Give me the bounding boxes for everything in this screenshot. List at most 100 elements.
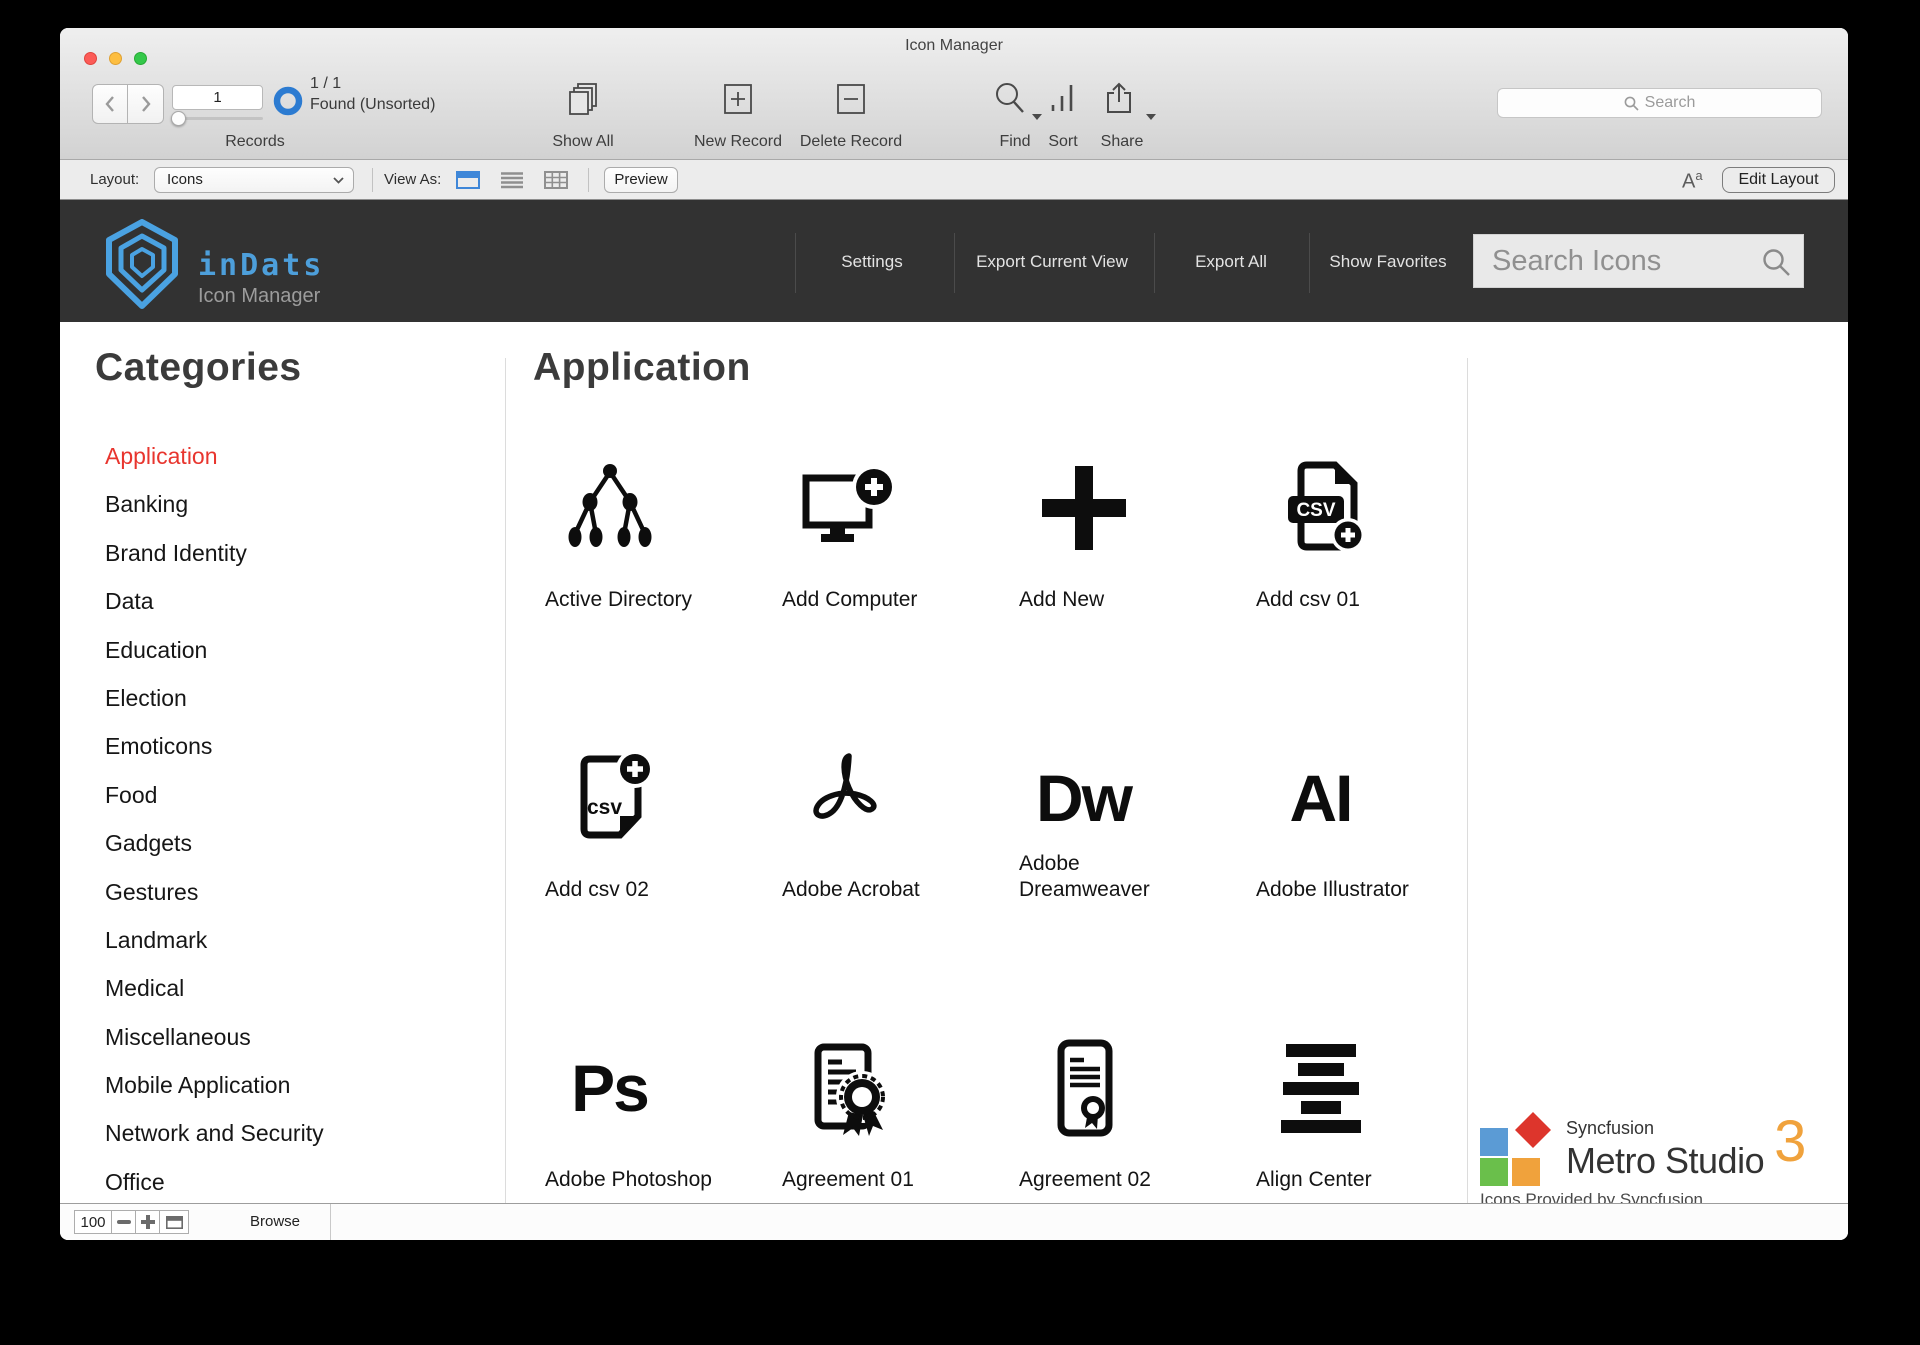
mode-selector[interactable]: Browse [220, 1210, 330, 1234]
layout-select-value: Icons [167, 171, 203, 188]
menu-item-export-current-view[interactable]: Export Current View [976, 252, 1128, 272]
sidebar-item-banking[interactable]: Banking [105, 491, 324, 539]
sidebar-item-landmark[interactable]: Landmark [105, 927, 324, 975]
chevron-left-icon [105, 96, 114, 112]
search-icons-input[interactable] [1474, 235, 1803, 287]
metro-studio-brand: Metro Studio [1566, 1140, 1765, 1181]
zoom-in-button[interactable] [135, 1210, 160, 1234]
screen-background: Icon Manager 1 / 1 Found (Unsorted) [0, 0, 1920, 1345]
sidebar-item-miscellaneous[interactable]: Miscellaneous [105, 1024, 324, 1072]
icon-cell-adobe-illustrator[interactable]: AI Adobe Illustrator [1256, 745, 1481, 920]
icon-label: Align Center [1256, 1168, 1372, 1191]
find-label[interactable]: Find [999, 133, 1030, 151]
sidebar-divider [505, 358, 506, 1203]
toolbar-search-field[interactable]: Search [1497, 88, 1822, 118]
zoom-controls: 100 [74, 1210, 189, 1234]
icon-label: Adobe Acrobat [782, 878, 920, 901]
previous-record-button[interactable] [92, 84, 128, 124]
record-slider[interactable] [171, 111, 263, 126]
icon-label: Add Computer [782, 588, 918, 611]
categories-title: Categories [95, 346, 302, 389]
icon-label: Adobe Photoshop [545, 1168, 712, 1191]
new-record-label[interactable]: New Record [694, 133, 782, 151]
icon-cell-agreement-02[interactable]: Agreement 02 [1019, 1035, 1244, 1210]
icon-label: Add csv 01 [1256, 588, 1360, 611]
divider [372, 168, 373, 192]
app-header: inDats Icon Manager Settings Export Curr… [60, 200, 1848, 322]
content-area: Categories Application Banking Brand Ide… [60, 322, 1848, 1209]
search-icons-field[interactable] [1473, 234, 1804, 288]
icon-cell-agreement-01[interactable]: Agreement 01 [782, 1035, 1007, 1210]
form-view-icon[interactable] [456, 171, 480, 189]
indats-shield-logo-icon [106, 219, 178, 309]
sidebar-item-emoticons[interactable]: Emoticons [105, 733, 324, 781]
preview-button[interactable]: Preview [604, 167, 678, 193]
show-all-label[interactable]: Show All [552, 133, 613, 151]
icon-cell-adobe-acrobat[interactable]: Adobe Acrobat [782, 745, 1007, 920]
sidebar-item-gestures[interactable]: Gestures [105, 879, 324, 927]
divider [795, 233, 796, 293]
record-nav-group [92, 84, 164, 124]
syncfusion-text-block: Syncfusion Metro Studio [1566, 1118, 1765, 1182]
sidebar-item-data[interactable]: Data [105, 588, 324, 636]
icon-cell-add-new[interactable]: Add New [1019, 455, 1244, 630]
icon-cell-active-directory[interactable]: Active Directory [545, 455, 770, 630]
sort-label[interactable]: Sort [1048, 133, 1077, 151]
search-icon [1763, 249, 1790, 276]
icon-cell-adobe-photoshop[interactable]: Ps Adobe Photoshop [545, 1035, 770, 1210]
divider [330, 1204, 331, 1240]
share-label[interactable]: Share [1101, 133, 1144, 151]
status-area-toggle-button[interactable] [159, 1210, 189, 1234]
show-all-icon[interactable] [565, 81, 601, 117]
window-title: Icon Manager [905, 37, 1003, 54]
chevron-down-icon [333, 177, 344, 184]
record-slider-thumb[interactable] [171, 111, 186, 126]
find-dropdown-caret-icon[interactable] [1032, 114, 1042, 120]
find-icon[interactable] [992, 81, 1028, 117]
sidebar-item-gadgets[interactable]: Gadgets [105, 830, 324, 878]
delete-record-icon[interactable] [833, 81, 869, 117]
icon-cell-adobe-dreamweaver[interactable]: Dw Adobe Dreamweaver [1019, 745, 1244, 920]
divider [1309, 233, 1310, 293]
sidebar-item-election[interactable]: Election [105, 685, 324, 733]
sidebar-item-medical[interactable]: Medical [105, 975, 324, 1023]
icon-label: Agreement 01 [782, 1168, 914, 1191]
icon-label: Active Directory [545, 588, 693, 611]
icon-cell-add-computer[interactable]: Add Computer [782, 455, 1007, 630]
zoom-out-button[interactable] [111, 1210, 136, 1234]
sidebar-item-education[interactable]: Education [105, 637, 324, 685]
edit-layout-button[interactable]: Edit Layout [1722, 167, 1835, 193]
divider [1154, 233, 1155, 293]
sidebar-item-network-and-security[interactable]: Network and Security [105, 1120, 324, 1168]
formatting-bar-toggle[interactable]: Aa [1682, 168, 1703, 194]
main-panel-divider [1467, 358, 1468, 1203]
menu-item-show-favorites[interactable]: Show Favorites [1329, 252, 1446, 272]
sidebar-item-brand-identity[interactable]: Brand Identity [105, 540, 324, 588]
sort-icon[interactable] [1045, 81, 1081, 117]
new-record-icon[interactable] [720, 81, 756, 117]
menu-item-export-all[interactable]: Export All [1195, 252, 1267, 272]
icon-label: Add New [1019, 588, 1105, 611]
next-record-button[interactable] [128, 84, 164, 124]
menu-item-settings[interactable]: Settings [841, 252, 902, 272]
sidebar-item-application[interactable]: Application [105, 443, 324, 491]
found-records-donut-icon [273, 86, 303, 116]
layout-select[interactable]: Icons [154, 167, 354, 193]
list-view-icon[interactable] [500, 171, 524, 189]
sidebar-item-food[interactable]: Food [105, 782, 324, 830]
share-dropdown-caret-icon[interactable] [1146, 114, 1156, 120]
delete-record-label[interactable]: Delete Record [800, 133, 902, 151]
icon-label: Agreement 02 [1019, 1168, 1151, 1191]
icon-cell-align-center[interactable]: Align Center [1256, 1035, 1481, 1210]
icon-cell-add-csv-01[interactable]: CSV Add csv 01 [1256, 455, 1481, 630]
status-bar: 100 Browse [60, 1203, 1848, 1240]
record-number-input[interactable] [172, 85, 263, 110]
table-view-icon[interactable] [544, 171, 568, 189]
brand-subtitle: Icon Manager [198, 285, 321, 307]
icon-cell-add-csv-02[interactable]: csv Add csv 02 [545, 745, 770, 920]
records-group-label: Records [225, 133, 285, 150]
sidebar-item-mobile-application[interactable]: Mobile Application [105, 1072, 324, 1120]
share-icon[interactable] [1102, 81, 1138, 117]
chevron-right-icon [141, 96, 151, 112]
metro-studio-version: 3 [1774, 1109, 1807, 1174]
